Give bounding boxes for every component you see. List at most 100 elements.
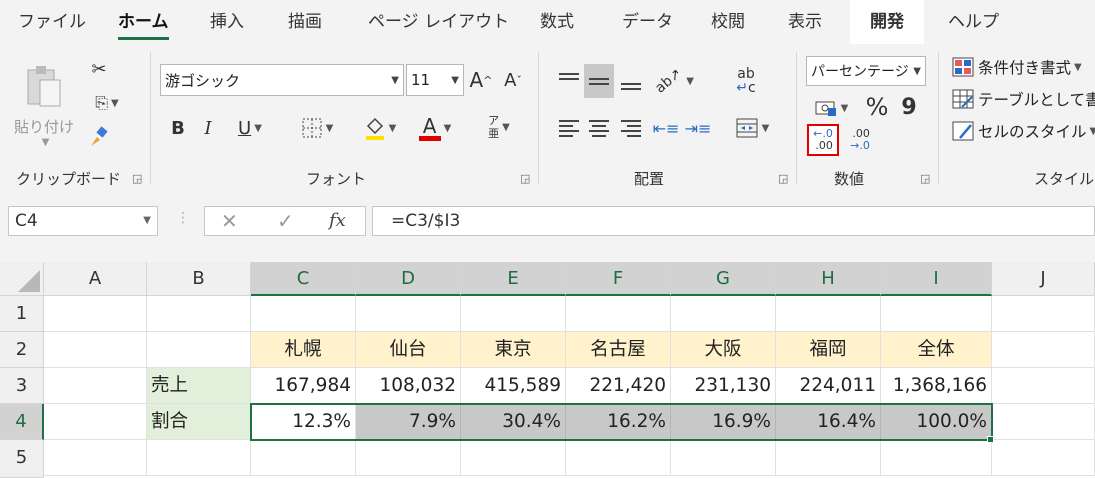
tab-insert[interactable]: 挿入 xyxy=(210,0,244,44)
cell-d2[interactable]: 仙台 xyxy=(356,332,461,368)
column-header-g[interactable]: G xyxy=(671,262,776,296)
tab-draw[interactable]: 描画 xyxy=(288,0,322,44)
copy-button[interactable]: ⎘ ▼ xyxy=(84,90,130,116)
borders-button[interactable]: ▼ xyxy=(290,114,344,142)
column-header-i[interactable]: I xyxy=(881,262,992,296)
shrink-font-button[interactable]: Aˇ xyxy=(500,66,526,94)
underline-button[interactable]: U ▼ xyxy=(226,114,274,142)
cell-i5[interactable] xyxy=(881,440,992,476)
cell-b3[interactable]: 売上 xyxy=(147,368,251,404)
tab-help[interactable]: ヘルプ xyxy=(948,0,999,44)
row-header-4[interactable]: 4 xyxy=(0,404,44,440)
cell-d5[interactable] xyxy=(356,440,461,476)
tab-review[interactable]: 校閲 xyxy=(711,0,745,44)
cancel-icon[interactable]: ✕ xyxy=(221,209,238,233)
tab-file[interactable]: ファイル xyxy=(18,0,86,44)
cell-f2[interactable]: 名古屋 xyxy=(566,332,671,368)
cell-i4[interactable]: 100.0% xyxy=(881,404,992,440)
align-top-button[interactable] xyxy=(556,66,582,96)
cell-e5[interactable] xyxy=(461,440,566,476)
tab-page-layout[interactable]: ページ レイアウト xyxy=(368,0,509,44)
column-header-j[interactable]: J xyxy=(992,262,1095,296)
cell-f5[interactable] xyxy=(566,440,671,476)
cell-f3[interactable]: 221,420 xyxy=(566,368,671,404)
cell-g2[interactable]: 大阪 xyxy=(671,332,776,368)
cell-j4[interactable] xyxy=(992,404,1095,440)
cell-h1[interactable] xyxy=(776,296,881,332)
cell-e1[interactable] xyxy=(461,296,566,332)
cell-a3[interactable] xyxy=(44,368,147,404)
grip-icon[interactable]: ⋮ xyxy=(176,210,190,226)
cell-e4[interactable]: 30.4% xyxy=(461,404,566,440)
row-header-3[interactable]: 3 xyxy=(0,368,44,404)
align-center-button[interactable] xyxy=(586,114,612,142)
accounting-format-button[interactable]: ▼ xyxy=(806,94,856,122)
cell-b2[interactable] xyxy=(147,332,251,368)
cell-g1[interactable] xyxy=(671,296,776,332)
format-painter-button[interactable] xyxy=(86,124,112,150)
percent-style-button[interactable]: % xyxy=(862,92,892,122)
tab-view[interactable]: 表示 xyxy=(788,0,822,44)
align-left-button[interactable] xyxy=(556,114,582,142)
cell-g5[interactable] xyxy=(671,440,776,476)
wrap-text-button[interactable]: ab ↵c xyxy=(730,64,762,98)
font-color-button[interactable]: A ▼ xyxy=(410,112,460,144)
cell-e2[interactable]: 東京 xyxy=(461,332,566,368)
bold-button[interactable]: B xyxy=(166,114,190,142)
cell-b1[interactable] xyxy=(147,296,251,332)
tab-home[interactable]: ホーム xyxy=(118,0,169,44)
dialog-launcher-icon[interactable]: ◲ xyxy=(520,172,530,185)
column-header-e[interactable]: E xyxy=(461,262,566,296)
cell-j2[interactable] xyxy=(992,332,1095,368)
increase-indent-button[interactable]: ⇥≡ xyxy=(684,114,712,142)
italic-button[interactable]: I xyxy=(196,114,220,142)
cell-g4[interactable]: 16.9% xyxy=(671,404,776,440)
conditional-formatting-button[interactable]: 条件付き書式 ▼ xyxy=(952,54,1095,80)
cut-button[interactable]: ✂ xyxy=(86,56,112,82)
row-header-2[interactable]: 2 xyxy=(0,332,44,368)
cell-styles-button[interactable]: セルのスタイル ▼ xyxy=(952,118,1095,144)
cell-c4[interactable]: 12.3% xyxy=(251,404,356,440)
align-bottom-button[interactable] xyxy=(618,66,644,96)
cell-f4[interactable]: 16.2% xyxy=(566,404,671,440)
cell-a2[interactable] xyxy=(44,332,147,368)
increase-decimal-button[interactable]: ←.0.00 xyxy=(807,124,839,156)
insert-function-icon[interactable]: fx xyxy=(329,210,346,231)
name-box[interactable]: C4 ▼ xyxy=(8,206,158,236)
cell-c1[interactable] xyxy=(251,296,356,332)
cell-a4[interactable] xyxy=(44,404,147,440)
grow-font-button[interactable]: A ^ xyxy=(468,66,494,94)
tab-formulas[interactable]: 数式 xyxy=(540,0,574,44)
worksheet-grid[interactable]: A B C D E F G H I J 1 2 3 4 5 札幌 仙台 東京 名… xyxy=(0,262,1095,478)
cell-a5[interactable] xyxy=(44,440,147,476)
cell-g3[interactable]: 231,130 xyxy=(671,368,776,404)
cell-c5[interactable] xyxy=(251,440,356,476)
fill-handle[interactable] xyxy=(987,436,994,443)
dialog-launcher-icon[interactable]: ◲ xyxy=(132,172,142,185)
cell-d3[interactable]: 108,032 xyxy=(356,368,461,404)
row-header-5[interactable]: 5 xyxy=(0,440,44,478)
cell-c3[interactable]: 167,984 xyxy=(251,368,356,404)
tab-data[interactable]: データ xyxy=(622,0,673,44)
cell-h2[interactable]: 福岡 xyxy=(776,332,881,368)
comma-style-button[interactable]: 9 xyxy=(896,92,922,122)
decrease-indent-button[interactable]: ⇤≡ xyxy=(652,114,680,142)
column-header-c[interactable]: C xyxy=(251,262,356,296)
cell-i3[interactable]: 1,368,166 xyxy=(881,368,992,404)
cell-j3[interactable] xyxy=(992,368,1095,404)
column-header-f[interactable]: F xyxy=(566,262,671,296)
cell-d1[interactable] xyxy=(356,296,461,332)
font-size-combo[interactable]: 11 ▼ xyxy=(406,64,464,96)
cell-f1[interactable] xyxy=(566,296,671,332)
column-header-b[interactable]: B xyxy=(147,262,251,296)
cell-j5[interactable] xyxy=(992,440,1095,476)
cell-b5[interactable] xyxy=(147,440,251,476)
dialog-launcher-icon[interactable]: ◲ xyxy=(778,172,788,185)
font-name-combo[interactable]: 游ゴシック ▼ xyxy=(160,64,404,96)
merge-center-button[interactable]: ▼ xyxy=(728,114,776,142)
cell-c2[interactable]: 札幌 xyxy=(251,332,356,368)
cell-h3[interactable]: 224,011 xyxy=(776,368,881,404)
cell-h4[interactable]: 16.4% xyxy=(776,404,881,440)
align-middle-button[interactable] xyxy=(584,64,614,98)
orientation-button[interactable]: ab↗ ▼ xyxy=(652,65,696,96)
